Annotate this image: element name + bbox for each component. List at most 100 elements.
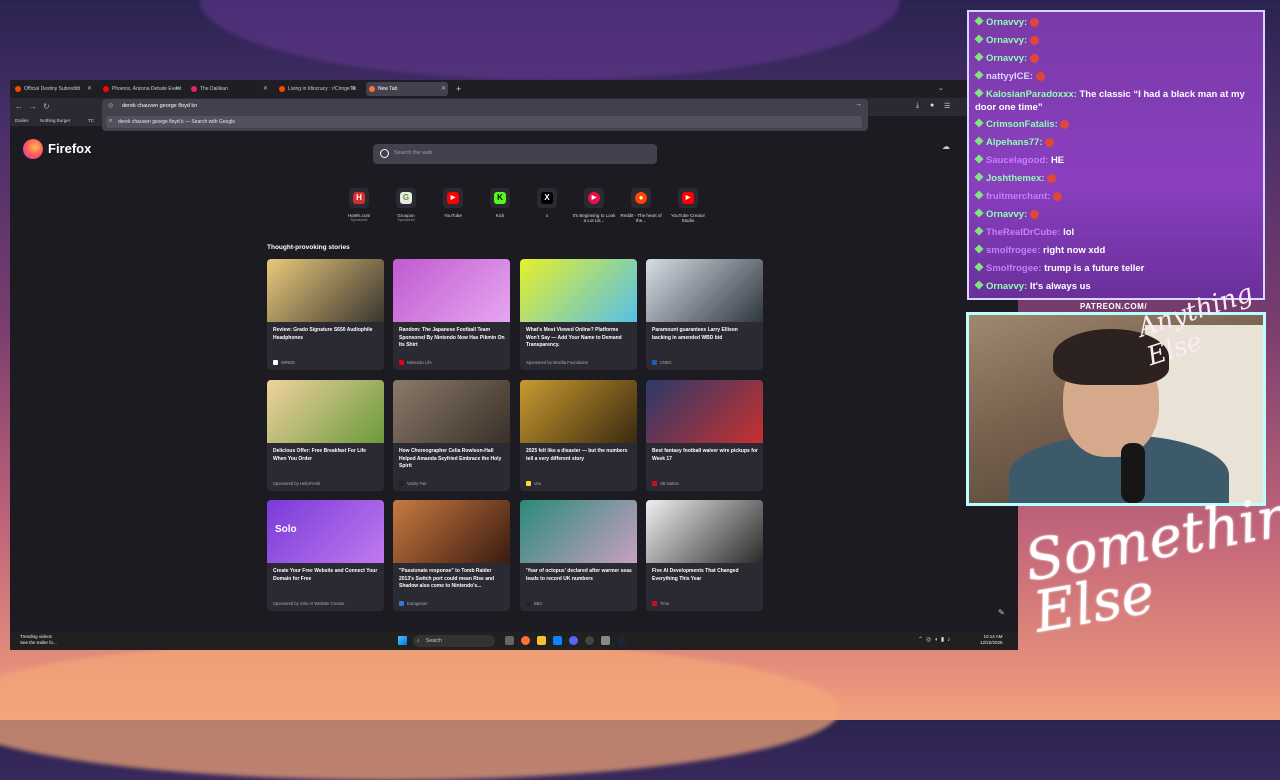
chat-username[interactable]: Ornavvy: [986, 209, 1027, 220]
tab-cringetik[interactable]: Living in Idiocracy : r/CringeTik ✕ [276, 82, 358, 96]
chat-username[interactable]: Saucelagood: [986, 155, 1048, 166]
go-arrow-icon[interactable]: → [855, 101, 862, 108]
tab-new-tab[interactable]: New Tab ✕ [366, 82, 448, 96]
search-engine-icon[interactable]: ◎ [108, 102, 113, 109]
chat-username[interactable]: TheRealDrCube: [986, 227, 1060, 238]
chat-username[interactable]: KalosianParadoxxx: [986, 89, 1077, 100]
chat-username[interactable]: Ornavvy: [986, 53, 1027, 64]
story-card[interactable]: "Passionate response" to Tomb Raider 201… [393, 500, 510, 611]
tab-destiny-subreddit[interactable]: Official Destiny Subreddit ✕ [12, 82, 94, 96]
story-card[interactable]: Delicious Offer: Free Breakfast For Life… [267, 380, 384, 491]
chat-message: Ornavvy: [974, 34, 1261, 47]
back-button[interactable]: ← [15, 101, 23, 113]
story-headline: How Choreographer Celia Rowlson-Hall Hel… [399, 448, 502, 469]
chat-username[interactable]: Alpehans77: [986, 137, 1043, 148]
shortcut-youtube[interactable]: ▶ YouTube [431, 188, 475, 218]
url-input[interactable]: derek chauven george floyd kn [122, 103, 197, 109]
story-card[interactable]: 2025 felt like a disaster — but the numb… [520, 380, 637, 491]
close-tab-icon[interactable]: ✕ [351, 82, 356, 96]
story-headline: "Passionate response" to Tomb Raider 201… [399, 568, 495, 589]
weather-icon[interactable]: ☁ [942, 142, 950, 151]
source-label: Sponsored by Solo AI Website Creator [273, 601, 345, 606]
top-sites: H Hotels.com Sponsored G Groupon Sponsor… [337, 188, 717, 232]
sub-badge-icon [974, 172, 984, 182]
reload-button[interactable]: ↻ [43, 101, 50, 113]
source-label: Vanity Fair [407, 481, 427, 486]
obs-icon[interactable] [585, 636, 594, 645]
chat-emote-icon [1029, 17, 1039, 27]
task-view-icon[interactable] [505, 636, 514, 645]
news-widget[interactable]: Trending videos See the trailer fo... [20, 634, 57, 645]
chat-username[interactable]: Ornavvy: [986, 35, 1027, 46]
chat-username[interactable]: smolfrogee: [986, 245, 1040, 256]
chat-username[interactable]: nattyyICE: [986, 71, 1033, 82]
taskbar-clock[interactable]: 10:14 AM 12/22/2025 [980, 634, 1003, 646]
search-suggestion[interactable]: ⌕ derek chauven george floyd k — Search … [106, 116, 862, 128]
publisher-logo-icon [652, 360, 657, 366]
solo-logo: Solo [275, 524, 297, 535]
file-explorer-icon[interactable] [537, 636, 546, 645]
chat-message: Smolfrogee: trump is a future teller [974, 262, 1261, 275]
shortcut-christmas-song[interactable]: ▶ It's Beginning to Look a Lot Lik... [572, 188, 616, 223]
downloads-icon[interactable]: ⤓ [916, 102, 919, 110]
tab-phoenix-debate[interactable]: Phoenix, Arizona Debate Event ✕ [100, 82, 182, 96]
story-card[interactable]: How Choreographer Celia Rowlson-Hall Hel… [393, 380, 510, 491]
firefox-taskbar-icon[interactable] [521, 636, 530, 645]
chat-message: Ornavvy: [974, 208, 1261, 221]
app-icon[interactable] [553, 636, 562, 645]
shortcut-reddit[interactable]: ● Reddit - The heart of the... [619, 188, 663, 223]
shortcut-groupon[interactable]: G Groupon Sponsored [384, 188, 428, 222]
chat-username[interactable]: Smolfrogee: [986, 263, 1041, 274]
close-tab-icon[interactable]: ✕ [87, 82, 92, 96]
close-tab-icon[interactable]: ✕ [441, 82, 446, 96]
windows-start-icon[interactable] [398, 636, 407, 645]
discord-icon[interactable] [569, 636, 578, 645]
story-card[interactable]: Random: The Japanese Football Team Spons… [393, 259, 510, 370]
youtube-favicon-icon [103, 86, 109, 92]
story-card[interactable]: What's Most Viewed Online? Platforms Won… [520, 259, 637, 370]
shortcut-x[interactable]: X x [525, 188, 569, 218]
bookmark-tc[interactable]: TC [88, 118, 94, 123]
bookmark-nothing-burger[interactable]: Nothing Burger [40, 118, 70, 123]
tab-dailikan[interactable]: The Dailikan ✕ [188, 82, 270, 96]
taskbar-search[interactable]: ⌕ Search [413, 635, 495, 647]
chat-message: KalosianParadoxxx: The classic “I had a … [974, 88, 1261, 114]
story-card[interactable]: Five AI Developments That Changed Everyt… [646, 500, 763, 611]
chat-username[interactable]: Ornavvy: [986, 281, 1027, 292]
shortcut-youtube-studio[interactable]: ▶ YouTube Creator Studio [666, 188, 710, 223]
new-tab-button[interactable]: + [456, 82, 461, 96]
account-icon[interactable]: ● [930, 102, 934, 109]
source-label: Eurogamer [407, 601, 428, 606]
chat-username[interactable]: Joshthemex: [986, 173, 1045, 184]
sub-badge-icon [974, 262, 984, 272]
chat-username[interactable]: Ornavvy: [986, 17, 1027, 28]
story-card[interactable]: 'Year of octopus' declared after warmer … [520, 500, 637, 611]
customize-pencil-icon[interactable]: ✎ [998, 608, 1005, 617]
steam-icon[interactable] [617, 636, 626, 645]
chat-username[interactable]: fruitmerchant: [986, 191, 1050, 202]
bookmark-dailies[interactable]: Dailies [15, 118, 29, 123]
chat-text: It's always us [1029, 281, 1091, 292]
story-card[interactable]: Review: Grado Signature S650 Audiophile … [267, 259, 384, 370]
list-all-tabs-button[interactable]: ⌄ [938, 82, 944, 96]
taskbar-search-label: Search [426, 638, 442, 644]
tab-label: Phoenix, Arizona Debate Event [112, 86, 182, 92]
url-bar-dropdown: ◎ derek chauven george floyd kn → ⌕ dere… [102, 99, 868, 131]
story-card[interactable]: Solo Create Your Free Website and Connect… [267, 500, 384, 611]
story-source: Time [652, 601, 669, 607]
shortcut-label: YouTube Creator Studio [671, 213, 705, 223]
close-tab-icon[interactable]: ✕ [263, 82, 268, 96]
story-card[interactable]: Paramount guarantees Larry Ellison backi… [646, 259, 763, 370]
story-card[interactable]: Best fantasy football waiver wire pickup… [646, 380, 763, 491]
shortcut-label: It's Beginning to Look a Lot Lik... [572, 213, 616, 223]
settings-gear-icon[interactable] [601, 636, 610, 645]
shortcut-kick[interactable]: K Kick [478, 188, 522, 218]
close-tab-icon[interactable]: ✕ [175, 82, 180, 96]
system-tray[interactable]: ⌃◎◖▮♪ [918, 636, 953, 643]
forward-button[interactable]: → [29, 101, 37, 113]
web-search-box[interactable]: Search the web [373, 144, 657, 164]
chat-username[interactable]: CrimsonFatalis: [986, 119, 1058, 130]
shortcut-hotels[interactable]: H Hotels.com Sponsored [337, 188, 381, 222]
story-headline: What's Most Viewed Online? Platforms Won… [526, 327, 622, 348]
menu-icon[interactable]: ☰ [944, 102, 950, 110]
